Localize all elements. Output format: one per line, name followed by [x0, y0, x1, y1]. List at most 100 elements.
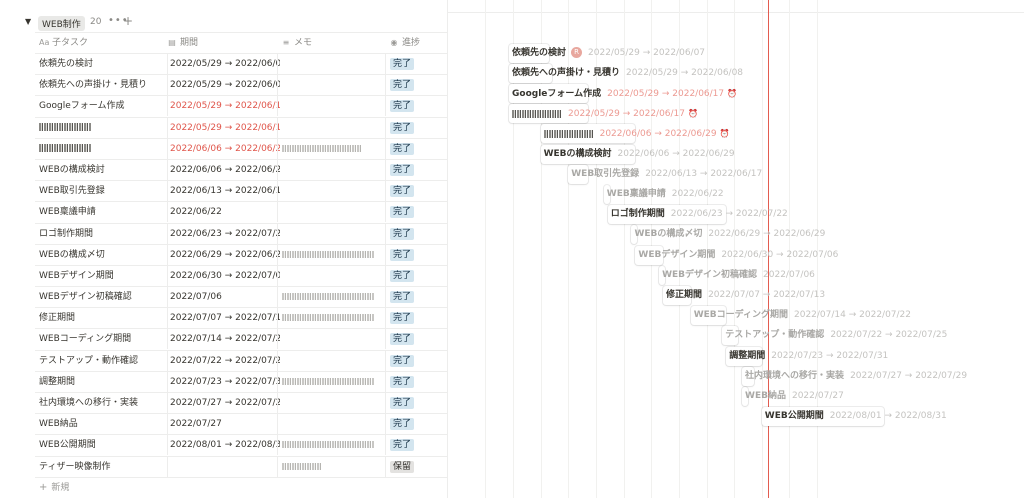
table-row[interactable]: WEB取引先登録 2022/06/13 → 2022/06/17 完了 — [35, 181, 447, 203]
status-badge[interactable]: 完了 — [390, 58, 415, 70]
status-badge[interactable]: 完了 — [390, 100, 415, 113]
timeline-bar-label[interactable]: WEBデザイン初稿確認 2022/07/06 — [662, 266, 815, 285]
status-badge[interactable]: 完了 — [390, 142, 415, 155]
row-period[interactable]: 2022/05/29 → 2022/06/17 — [167, 117, 280, 138]
row-memo[interactable] — [277, 223, 390, 244]
row-period[interactable]: 2022/07/27 → 2022/07/29 — [167, 393, 280, 413]
column-header-status[interactable]: ◉ 進捗 — [389, 33, 421, 53]
column-header-period[interactable]: ▤ 期間 — [167, 33, 198, 53]
row-title[interactable]: WEB取引先登録 — [39, 181, 161, 201]
timeline-bar-label[interactable]: ロゴ制作期間 2022/06/23 → 2022/07/22 — [611, 205, 788, 224]
row-status[interactable]: 完了 — [385, 350, 452, 371]
table-row[interactable]: Googleフォーム作成 2022/05/29 → 2022/06/17 完了 — [35, 96, 447, 118]
row-title[interactable]: Googleフォーム作成 — [39, 96, 161, 116]
row-status[interactable]: 完了 — [385, 202, 452, 223]
row-title[interactable]: 依頼先への声掛け・見積り — [39, 75, 161, 95]
row-title[interactable] — [39, 139, 161, 159]
row-memo[interactable] — [277, 202, 390, 223]
row-memo[interactable] — [277, 117, 390, 138]
table-row[interactable]: WEBデザイン期間 2022/06/30 → 2022/07/06 完了 — [35, 265, 447, 288]
row-memo[interactable] — [277, 138, 390, 159]
timeline-bar-label[interactable]: WEB公開期間 2022/08/01 → 2022/08/31 — [765, 407, 947, 426]
status-badge[interactable]: 完了 — [390, 248, 415, 261]
row-period[interactable]: 2022/07/07 → 2022/07/13 — [167, 308, 280, 329]
timeline-bar-label[interactable]: WEB稟議申請 2022/06/22 — [607, 185, 724, 204]
row-period[interactable]: 2022/06/06 → 2022/06/29 — [167, 138, 280, 159]
row-status[interactable]: 完了 — [385, 308, 452, 329]
row-title[interactable]: WEB納品 — [39, 414, 161, 434]
row-title[interactable]: テストアップ・動作確認 — [39, 351, 161, 371]
table-row[interactable]: ロゴ制作期間 2022/06/23 → 2022/07/22 完了 — [35, 223, 447, 245]
row-period[interactable]: 2022/06/29 → 2022/06/29 — [167, 244, 280, 265]
row-title[interactable]: WEB稟議申請 — [39, 202, 161, 222]
row-status[interactable]: 完了 — [385, 393, 452, 413]
row-status[interactable]: 完了 — [385, 223, 452, 244]
row-period[interactable]: 2022/07/22 → 2022/07/25 — [167, 350, 280, 371]
row-memo[interactable] — [277, 414, 390, 435]
row-memo[interactable] — [277, 393, 390, 413]
row-period[interactable]: 2022/07/14 → 2022/07/22 — [167, 329, 280, 350]
row-period[interactable]: 2022/06/23 → 2022/07/22 — [167, 223, 280, 244]
row-status[interactable]: 完了 — [385, 117, 452, 138]
group-label[interactable]: WEB制作 — [38, 16, 85, 31]
row-title[interactable]: 社内環境への移行・実装 — [39, 393, 161, 413]
timeline-bar-label[interactable]: 調整期間 2022/07/23 → 2022/07/31 — [729, 347, 888, 366]
row-status[interactable]: 完了 — [385, 54, 452, 74]
row-title[interactable]: 依頼先の検討 — [39, 54, 161, 74]
row-period[interactable]: 2022/06/06 → 2022/06/29 — [167, 159, 280, 180]
row-memo[interactable] — [277, 159, 390, 180]
row-memo[interactable] — [277, 371, 390, 392]
status-badge[interactable]: 完了 — [390, 375, 415, 388]
table-row[interactable]: WEBコーディング期間 2022/07/14 → 2022/07/22 完了 — [35, 329, 447, 351]
row-period[interactable]: 2022/08/01 → 2022/08/31 — [167, 435, 280, 456]
table-row[interactable]: WEB稟議申請 2022/06/22 完了 — [35, 202, 447, 224]
table-row[interactable]: 修正期間 2022/07/07 → 2022/07/13 完了 — [35, 308, 447, 330]
row-memo[interactable] — [277, 96, 390, 117]
status-badge[interactable]: 完了 — [390, 227, 415, 240]
row-status[interactable]: 完了 — [385, 244, 452, 265]
assignee-avatar[interactable]: R — [571, 46, 583, 58]
row-period[interactable]: 2022/05/29 → 2022/06/07 — [167, 54, 280, 74]
timeline-bar-label[interactable]: WEB納品 2022/07/27 — [745, 387, 844, 406]
status-badge[interactable]: 保留 — [390, 460, 415, 473]
table-row[interactable]: WEBの構成検討 2022/06/06 → 2022/06/29 完了 — [35, 159, 447, 182]
column-header-memo[interactable]: ≡ メモ — [281, 33, 312, 53]
status-badge[interactable]: 完了 — [390, 291, 415, 304]
row-title[interactable] — [39, 118, 161, 138]
timeline-bar-label[interactable]: 修正期間 2022/07/07 → 2022/07/13 — [666, 286, 825, 305]
row-title[interactable]: ロゴ制作期間 — [39, 224, 161, 244]
row-title[interactable]: WEBデザイン初稿確認 — [39, 287, 161, 307]
row-period[interactable]: 2022/07/27 — [167, 414, 280, 435]
status-badge[interactable]: 完了 — [390, 163, 415, 176]
row-title[interactable]: 調整期間 — [39, 372, 161, 392]
row-title[interactable]: 修正期間 — [39, 308, 161, 328]
row-status[interactable]: 完了 — [385, 414, 452, 435]
row-period[interactable]: 2022/05/29 → 2022/06/08 — [167, 75, 280, 96]
row-title[interactable]: ティザー映像制作 — [39, 457, 161, 477]
table-row[interactable]: テストアップ・動作確認 2022/07/22 → 2022/07/25 完了 — [35, 350, 447, 372]
row-memo[interactable] — [277, 265, 390, 286]
row-memo[interactable] — [277, 181, 390, 202]
new-row-button[interactable]: + 新規 — [35, 478, 447, 498]
row-status[interactable]: 完了 — [385, 435, 452, 456]
row-period[interactable]: 2022/06/22 — [167, 202, 280, 223]
row-title[interactable]: WEBデザイン期間 — [39, 266, 161, 286]
table-row[interactable]: WEBの構成〆切 2022/06/29 → 2022/06/29 完了 — [35, 244, 447, 266]
row-memo[interactable] — [277, 456, 390, 477]
row-period[interactable] — [167, 456, 280, 477]
status-badge[interactable]: 完了 — [390, 121, 415, 134]
row-status[interactable]: 完了 — [385, 329, 452, 350]
timeline-bar-label[interactable]: 依頼先の検討 R 2022/05/29 → 2022/06/07 — [512, 44, 705, 63]
row-memo[interactable] — [277, 54, 390, 74]
row-title[interactable]: WEBの構成検討 — [39, 160, 161, 180]
row-period[interactable]: 2022/07/06 — [167, 287, 280, 308]
row-status[interactable]: 保留 — [385, 456, 452, 477]
table-row[interactable]: WEB公開期間 2022/08/01 → 2022/08/31 完了 — [35, 435, 447, 457]
status-badge[interactable]: 完了 — [390, 418, 415, 431]
timeline-bar-label[interactable]: 2022/05/29 → 2022/06/17 ⏰ — [512, 104, 698, 123]
row-memo[interactable] — [277, 308, 390, 329]
row-memo[interactable] — [277, 435, 390, 456]
status-badge[interactable]: 完了 — [390, 333, 415, 346]
row-title[interactable]: WEBの構成〆切 — [39, 245, 161, 265]
status-badge[interactable]: 完了 — [390, 185, 415, 198]
